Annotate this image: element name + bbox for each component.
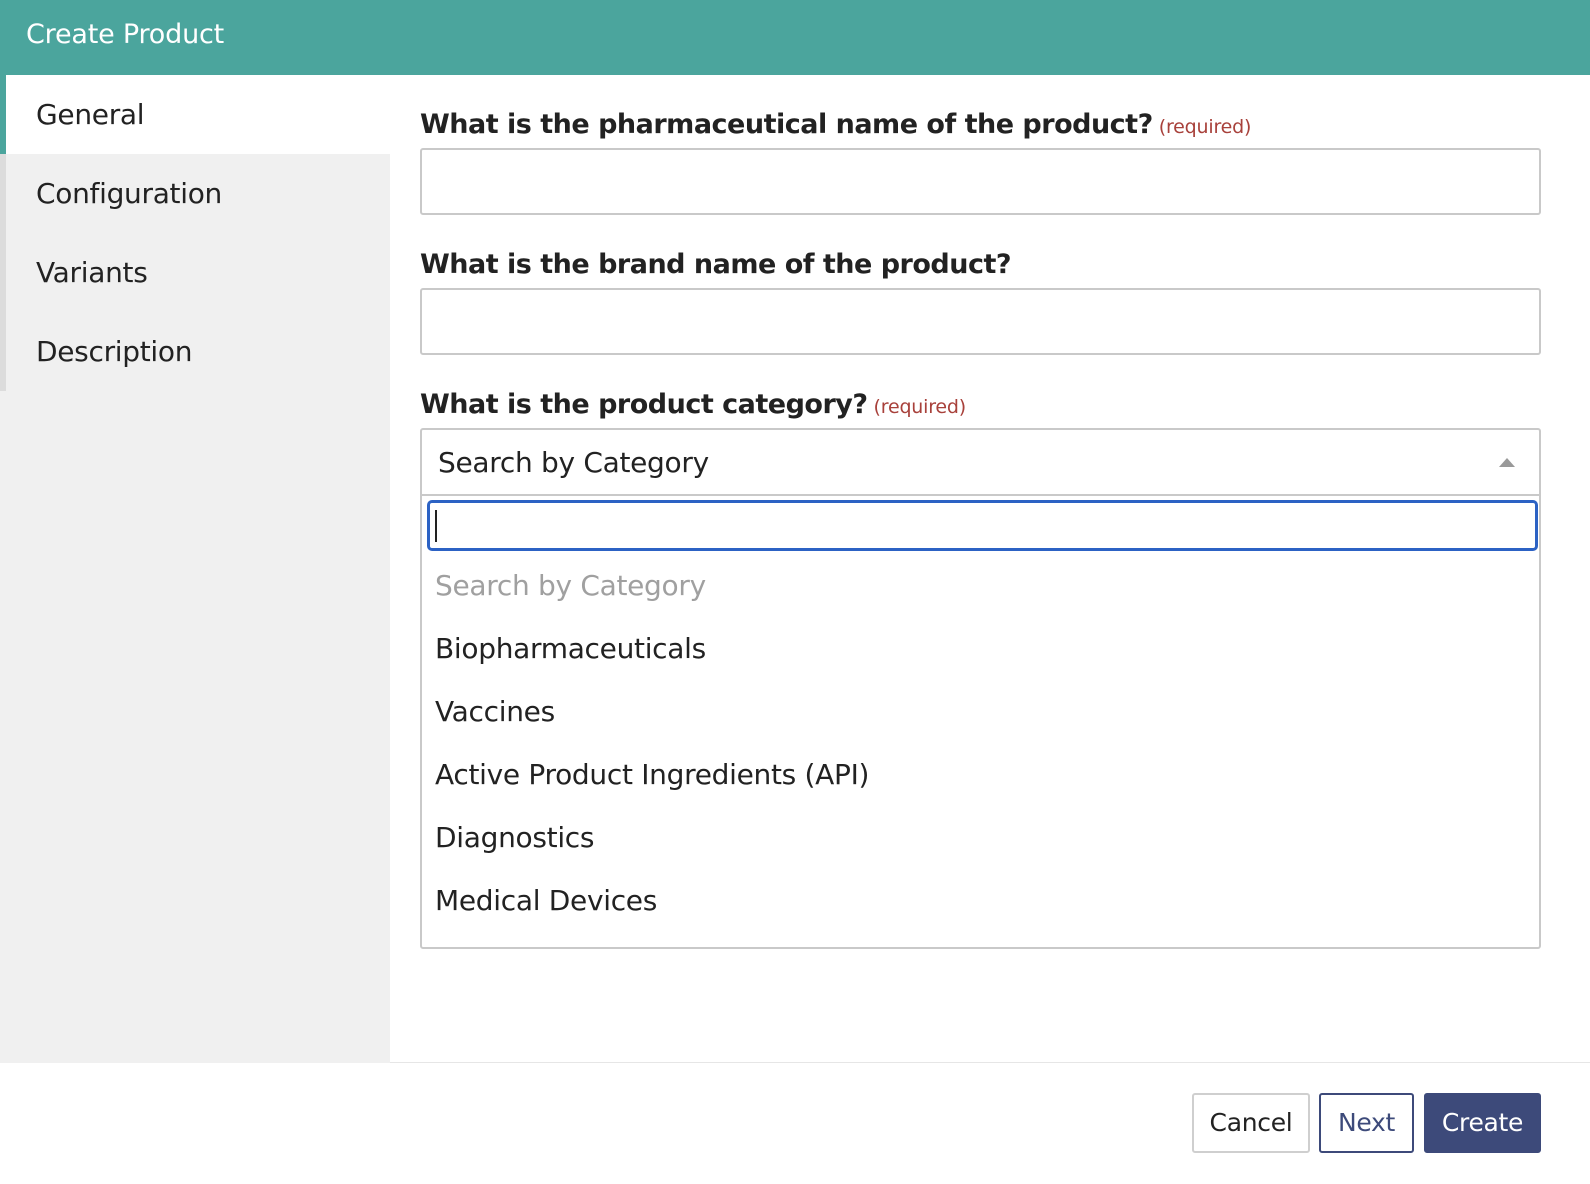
sidebar-item-description[interactable]: Description: [0, 312, 390, 391]
brand-name-label-text: What is the brand name of the product?: [420, 249, 1012, 280]
category-option[interactable]: Medical Devices: [435, 883, 657, 919]
sidebar-item-variants[interactable]: Variants: [0, 233, 390, 312]
required-marker: (required): [1158, 116, 1252, 138]
category-label: What is the product category? (required): [420, 388, 966, 424]
caret-up-icon[interactable]: [1499, 458, 1515, 467]
category-selected-value: Search by Category: [438, 446, 709, 479]
category-option[interactable]: Diagnostics: [435, 820, 594, 856]
footer-divider: [390, 1062, 1590, 1063]
sidebar-item-configuration[interactable]: Configuration: [0, 154, 390, 233]
text-cursor: [435, 510, 437, 542]
category-option[interactable]: Active Product Ingredients (API): [435, 757, 869, 793]
category-option[interactable]: Biopharmaceuticals: [435, 631, 706, 667]
required-marker: (required): [873, 396, 967, 418]
dialog-header: Create Product: [0, 0, 1590, 75]
pharma-name-input[interactable]: [420, 148, 1541, 215]
cancel-button[interactable]: Cancel: [1192, 1093, 1310, 1153]
sidebar: General Configuration Variants Descripti…: [0, 75, 390, 1063]
brand-name-label: What is the brand name of the product?: [420, 248, 1012, 282]
category-search-input[interactable]: [427, 500, 1538, 551]
category-option-placeholder[interactable]: Search by Category: [435, 568, 706, 604]
pharma-name-label: What is the pharmaceutical name of the p…: [420, 108, 1251, 144]
create-button[interactable]: Create: [1424, 1093, 1541, 1153]
category-label-text: What is the product category?: [420, 389, 868, 420]
brand-name-input[interactable]: [420, 288, 1541, 355]
dialog-title: Create Product: [26, 19, 225, 50]
sidebar-item-general[interactable]: General: [0, 75, 390, 154]
category-select[interactable]: Search by Category: [422, 430, 1539, 496]
category-dropdown: Search by Category Search by Category Bi…: [420, 428, 1541, 949]
category-option[interactable]: Vaccines: [435, 694, 555, 730]
pharma-name-label-text: What is the pharmaceutical name of the p…: [420, 109, 1153, 140]
next-button[interactable]: Next: [1319, 1093, 1414, 1153]
